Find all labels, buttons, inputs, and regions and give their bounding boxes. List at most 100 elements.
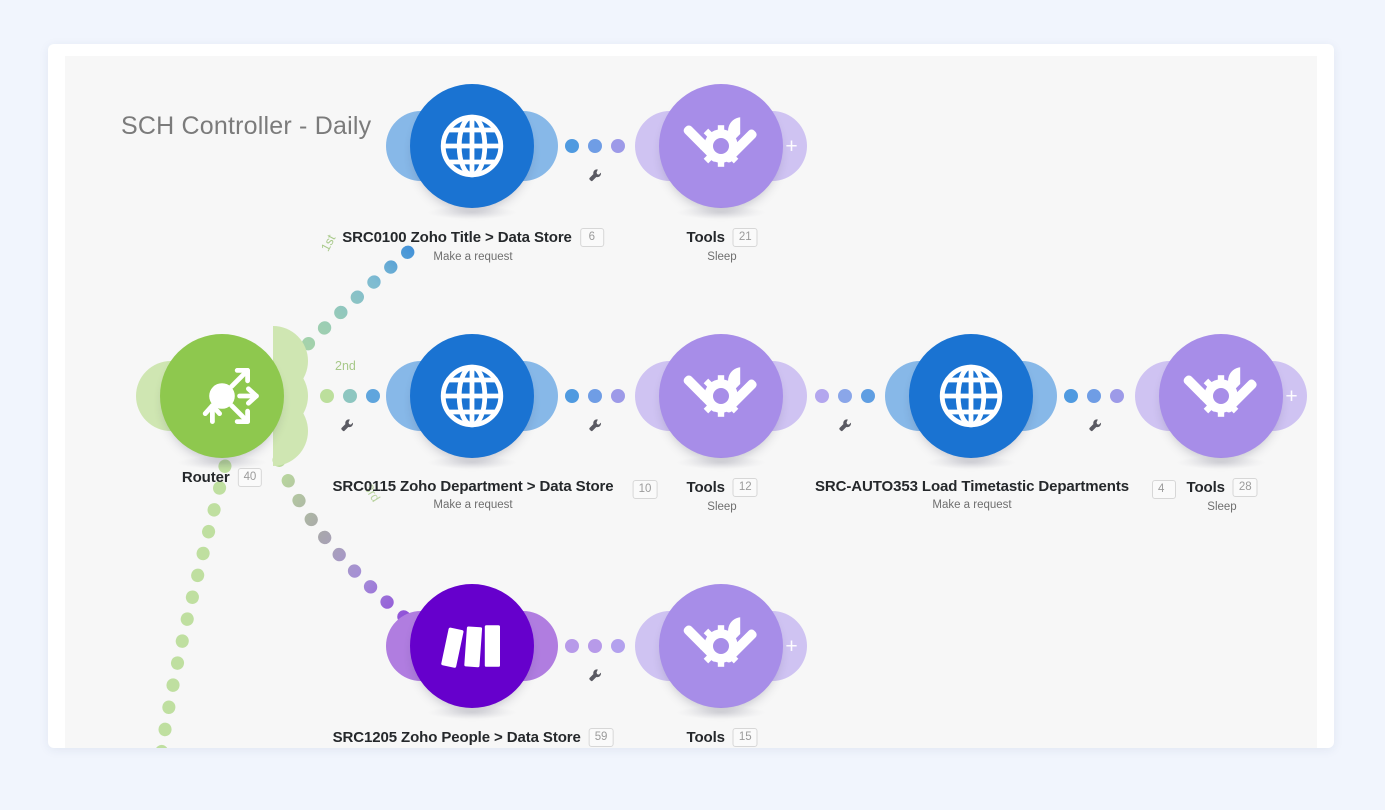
node-row1-http[interactable]: [386, 84, 558, 219]
node-router[interactable]: [136, 326, 308, 469]
row2-http2-bubble[interactable]: [909, 334, 1033, 458]
connector-dot: [588, 389, 602, 403]
globe-http-icon: [939, 364, 1003, 428]
router-badge: 40: [237, 468, 263, 487]
label-row1-tools: Tools 21 Sleep: [687, 228, 758, 263]
connector-router-row2[interactable]: [320, 389, 380, 403]
connector-router-row2-settings-icon[interactable]: [340, 418, 355, 433]
connector-row2-b[interactable]: [815, 389, 875, 403]
connector-row1-a[interactable]: [565, 139, 625, 153]
wrench-icon: [1089, 419, 1102, 432]
row1-http-drop-shadow: [428, 206, 516, 219]
row2-tools2-bubble[interactable]: [1159, 334, 1283, 458]
row1-tools-drop-shadow: [677, 206, 765, 219]
tools-icon: [683, 117, 757, 167]
row2-http1-drop-shadow: [428, 456, 516, 469]
node-row1-tools[interactable]: +: [635, 84, 807, 219]
connector-row2-a-settings-icon[interactable]: [588, 418, 603, 433]
connector-dot: [565, 389, 579, 403]
connector-row3-a[interactable]: [565, 639, 625, 653]
node-row2-tools-1[interactable]: [635, 334, 807, 469]
connector-dot: [815, 389, 829, 403]
node-badge: 12: [732, 478, 758, 497]
row3-tools-bubble[interactable]: [659, 584, 783, 708]
node-badge: 28: [1232, 478, 1258, 497]
connector-dot: [588, 139, 602, 153]
node-subtitle: Make a request: [932, 499, 1012, 511]
connector-dot: [1064, 389, 1078, 403]
connector-dot: [861, 389, 875, 403]
node-badge: 4: [1152, 480, 1176, 499]
zoho-people-icon: [441, 625, 500, 668]
node-title: Tools: [686, 479, 725, 496]
connector-row2-b-settings-icon[interactable]: [838, 418, 853, 433]
node-title: Tools: [686, 229, 725, 246]
page-title: SCH Controller - Daily: [121, 112, 372, 140]
wrench-icon: [341, 419, 354, 432]
row2-http1-bubble[interactable]: [410, 334, 534, 458]
badge-row2-http-1: 10: [632, 479, 658, 499]
row3-people-bubble[interactable]: [410, 584, 534, 708]
router-title: Router: [181, 469, 230, 486]
router-bubble[interactable]: [160, 334, 284, 458]
label-row2-http-1: SRC0115 Zoho Department > Data Store Mak…: [332, 478, 613, 511]
connector-row3-a-settings-icon[interactable]: [588, 668, 603, 683]
scenario-viewport: Router 40 1st 2nd 3rd + SRC0100 Zoho Tit…: [0, 0, 1385, 810]
row2-tools2-drop-shadow: [1177, 456, 1265, 469]
node-subtitle: Sleep: [707, 251, 737, 263]
connector-dot: [565, 639, 579, 653]
plus-icon: +: [785, 134, 798, 158]
flow-canvas[interactable]: Router 40 1st 2nd 3rd + SRC0100 Zoho Tit…: [65, 56, 1317, 748]
connector-row2-c-settings-icon[interactable]: [1088, 418, 1103, 433]
row2-tools1-drop-shadow: [677, 456, 765, 469]
connector-dot: [1087, 389, 1101, 403]
node-title: Tools: [686, 729, 725, 746]
connector-dot: [565, 139, 579, 153]
connector-row1-a-settings-icon[interactable]: [588, 168, 603, 183]
connector-dot: [838, 389, 852, 403]
node-row2-http-1[interactable]: [386, 334, 558, 469]
row3-tools-drop-shadow: [677, 706, 765, 719]
connector-dot: [611, 639, 625, 653]
node-row3-tools[interactable]: +: [635, 584, 807, 719]
connector-dot: [320, 389, 334, 403]
plus-icon: +: [1285, 384, 1298, 408]
node-title: Tools: [1186, 479, 1225, 496]
connector-dot: [588, 639, 602, 653]
connector-row2-a[interactable]: [565, 389, 625, 403]
node-row3-people[interactable]: [386, 584, 558, 719]
label-router: Router 40: [181, 468, 263, 487]
node-title: SRC-AUTO353 Load Timetastic Departments: [815, 478, 1129, 495]
tools-icon: [683, 617, 757, 667]
node-subtitle: Make a request: [433, 251, 513, 263]
label-row3-tools: Tools 15: [687, 728, 758, 747]
connector-dot: [343, 389, 357, 403]
node-row2-http-2[interactable]: [885, 334, 1057, 469]
node-row2-tools-2[interactable]: +: [1135, 334, 1307, 469]
row3-people-drop-shadow: [428, 706, 516, 719]
wrench-icon: [589, 419, 602, 432]
row2-http2-drop-shadow: [927, 456, 1015, 469]
label-row2-http-2: SRC-AUTO353 Load Timetastic Departments …: [815, 478, 1129, 511]
wrench-icon: [589, 669, 602, 682]
row1-tools-bubble[interactable]: [659, 84, 783, 208]
wrench-icon: [839, 419, 852, 432]
label-row3-people: SRC1205 Zoho People > Data Store 59: [333, 728, 614, 747]
node-title: SRC1205 Zoho People > Data Store: [332, 729, 581, 746]
tools-icon: [1183, 367, 1257, 417]
node-title: SRC0115 Zoho Department > Data Store: [332, 478, 614, 495]
wrench-icon: [589, 169, 602, 182]
row1-http-bubble[interactable]: [410, 84, 534, 208]
node-title: SRC0100 Zoho Title > Data Store: [342, 229, 572, 246]
row2-tools1-bubble[interactable]: [659, 334, 783, 458]
scenario-card: Router 40 1st 2nd 3rd + SRC0100 Zoho Tit…: [48, 44, 1334, 748]
connector-dot: [611, 389, 625, 403]
node-badge: 6: [579, 228, 604, 247]
node-subtitle: Make a request: [433, 499, 513, 511]
label-row1-http: SRC0100 Zoho Title > Data Store 6 Make a…: [342, 228, 604, 263]
connector-row2-c[interactable]: [1064, 389, 1124, 403]
node-badge: 15: [732, 728, 758, 747]
node-subtitle: Sleep: [1207, 501, 1237, 513]
node-badge: 10: [632, 480, 658, 499]
connector-dot: [1110, 389, 1124, 403]
